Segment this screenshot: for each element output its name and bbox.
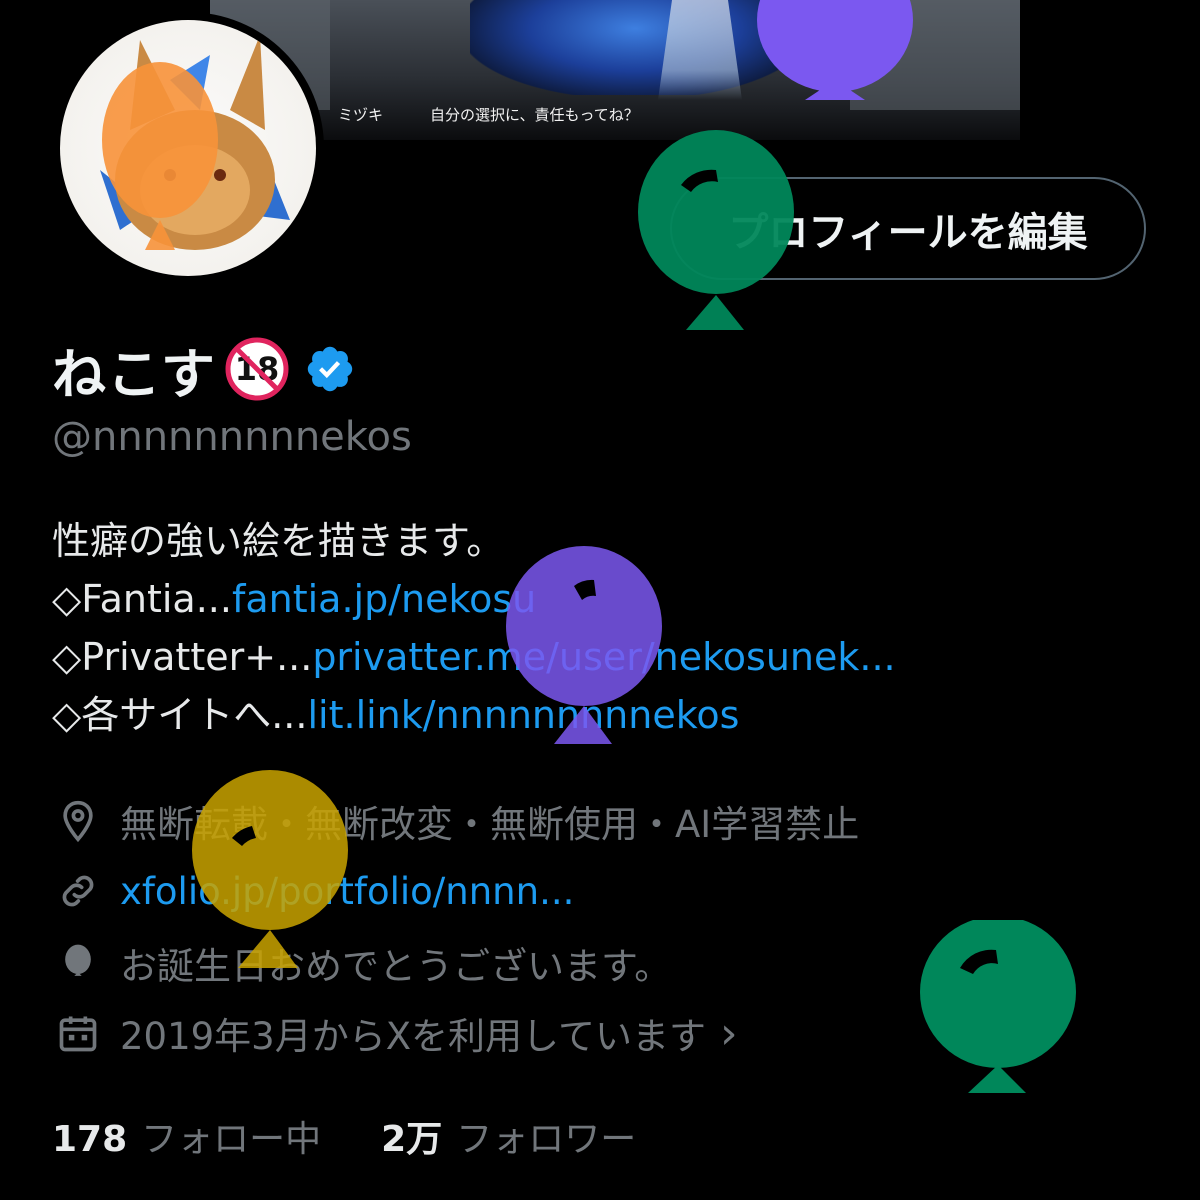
- name-row: ねこす 18: [52, 334, 356, 406]
- bio-link-prefix: ◇Privatter+...: [52, 635, 313, 679]
- bio-link-prefix: ◇Fantia...: [52, 577, 232, 621]
- followers-label: フォロワー: [456, 1119, 637, 1160]
- balloon-icon: [65, 944, 91, 976]
- birthday-row: お誕生日おめでとうございます。: [56, 938, 671, 988]
- bio-line: 性癖の強い絵を描きます。: [52, 519, 505, 563]
- bio-link-prefix: ◇各サイトへ...: [52, 693, 308, 737]
- bio-line: ◇各サイトへ...lit.link/nnnnnnnnnekos: [52, 686, 896, 744]
- user-handle: @nnnnnnnnnekos: [52, 414, 412, 460]
- joined-text: 2019年3月からXを利用しています: [120, 1015, 706, 1058]
- green-balloon-icon: [638, 130, 794, 330]
- location-row: 無断転載・無断改変・無断使用・AI学習禁止: [56, 796, 859, 846]
- calendar-icon: [59, 1016, 97, 1052]
- location-pin-icon: [63, 800, 93, 843]
- orange-balloon-icon: [102, 62, 218, 250]
- followers-count: 2万: [381, 1119, 443, 1160]
- verified-badge-icon[interactable]: [304, 343, 356, 395]
- joined-row[interactable]: 2019年3月からXを利用しています ›: [56, 1007, 738, 1059]
- banner-caption-line: 自分の選択に、責任もってね？: [430, 106, 639, 124]
- link-icon: [62, 875, 94, 907]
- following-count: 178: [52, 1119, 128, 1160]
- r18-badge-icon: 18: [225, 337, 289, 401]
- banner-caption-name: ミヅキ: [338, 106, 384, 124]
- followers-stat[interactable]: 2万 フォロワー: [381, 1110, 636, 1162]
- green-balloon-icon: [920, 920, 1076, 1093]
- following-stat[interactable]: 178 フォロー中: [52, 1110, 321, 1162]
- display-name: ねこす: [52, 342, 216, 406]
- yellow-balloon-icon: [192, 770, 348, 968]
- chevron-right-icon: ›: [719, 1007, 738, 1059]
- following-label: フォロー中: [141, 1119, 322, 1160]
- bio-line: ◇Fantia...fantia.jp/nekosu: [52, 570, 896, 628]
- follow-stats: 178 フォロー中 2万 フォロワー: [52, 1110, 636, 1162]
- purple-balloon-icon: [757, 0, 913, 100]
- bio-line: ◇Privatter+...privatter.me/user/nekosune…: [52, 628, 896, 686]
- fantia-link[interactable]: fantia.jp/nekosu: [232, 577, 536, 621]
- banner-character: [470, 0, 800, 95]
- purple-balloon-icon: [506, 546, 662, 744]
- profile-bio: 性癖の強い絵を描きます。 ◇Fantia...fantia.jp/nekosu …: [52, 512, 896, 744]
